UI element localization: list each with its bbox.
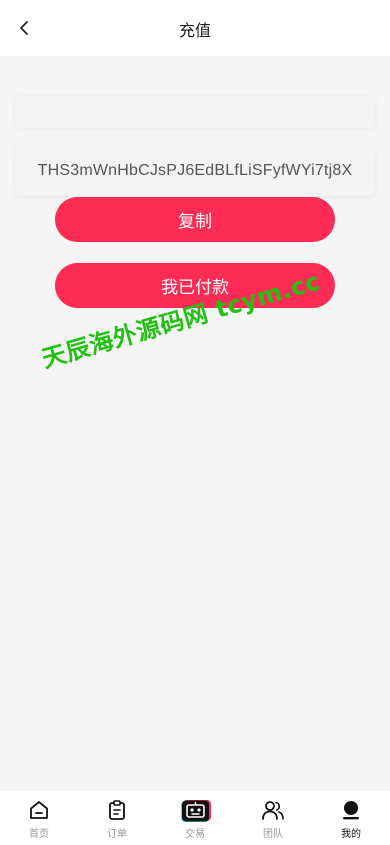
tab-trade[interactable]: 交易 <box>156 790 234 845</box>
tab-label: 首页 <box>29 829 49 840</box>
team-icon <box>262 801 284 820</box>
tab-me[interactable]: 我的 <box>312 790 390 845</box>
bottom-tab-bar: 首页 订单 交易 团队 我的 <box>0 789 390 845</box>
clipboard-icon <box>109 800 125 820</box>
tab-label: 订单 <box>107 829 127 840</box>
tab-label: 团队 <box>263 829 283 840</box>
tab-orders[interactable]: 订单 <box>78 790 156 845</box>
tab-home[interactable]: 首页 <box>0 790 78 845</box>
amount-display <box>15 96 375 128</box>
wallet-address: THS3mWnHbCJsPJ6EdBLfLiSFyfWYi7tj8X <box>15 146 375 196</box>
tab-team[interactable]: 团队 <box>234 790 312 845</box>
robot-icon <box>181 800 211 822</box>
tab-label: 我的 <box>341 829 361 840</box>
copy-button[interactable]: 复制 <box>55 197 335 242</box>
home-icon <box>30 801 48 819</box>
page-title: 充值 <box>178 21 211 40</box>
top-bar: 充值 <box>0 0 390 56</box>
tab-label: 交易 <box>185 829 205 840</box>
user-icon <box>343 801 359 820</box>
